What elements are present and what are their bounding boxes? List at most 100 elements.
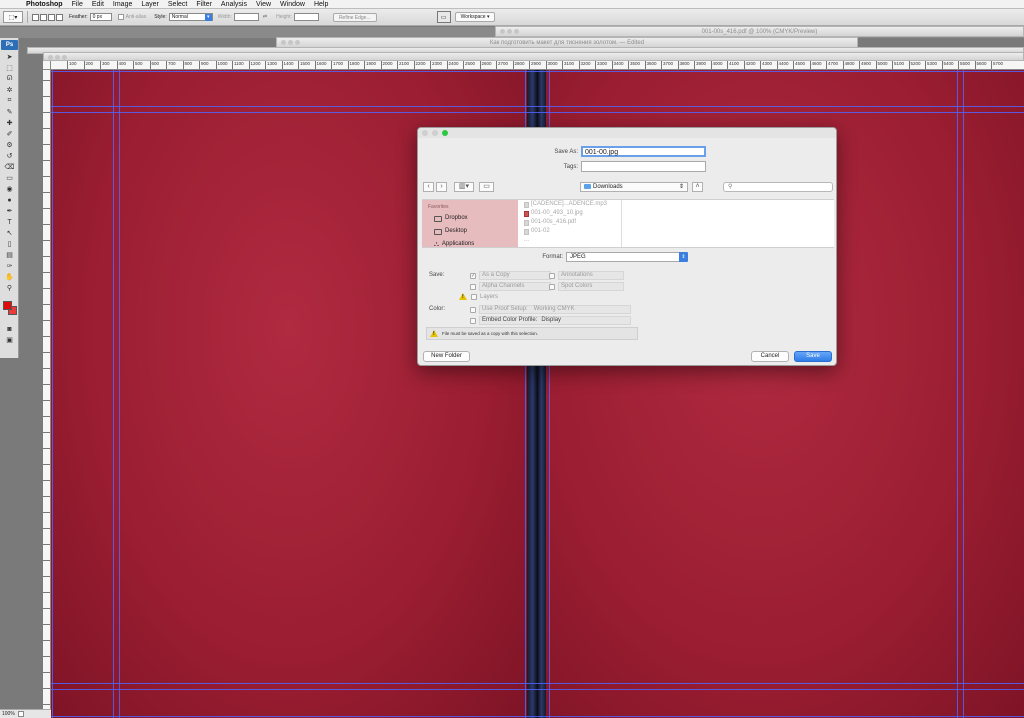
menu-layer[interactable]: Layer: [141, 1, 159, 8]
expand-button[interactable]: ˄: [692, 182, 703, 192]
quick-mask-icon[interactable]: ◙: [1, 324, 18, 334]
intersect-selection-icon[interactable]: [56, 13, 63, 21]
eyedropper-icon[interactable]: ✎: [1, 107, 18, 117]
app-menu[interactable]: Photoshop: [26, 1, 63, 8]
document-window-titlebar[interactable]: 001-00s_416.pdf @ 100% (CMYK/Preview): [495, 26, 1024, 37]
move-icon[interactable]: ➤: [1, 52, 18, 62]
antialias-checkbox[interactable]: [117, 14, 124, 20]
hand-icon[interactable]: ✋: [1, 272, 18, 282]
add-selection-icon[interactable]: [40, 13, 47, 21]
active-document-titlebar[interactable]: [43, 52, 1024, 61]
back-button[interactable]: ‹: [423, 182, 434, 192]
swap-icon[interactable]: ⇄: [263, 14, 267, 20]
cancel-button[interactable]: Cancel: [751, 351, 789, 362]
screen-mode-icon[interactable]: ▣: [1, 335, 18, 345]
foreground-color-swatch[interactable]: [3, 301, 12, 310]
menu-view[interactable]: View: [256, 1, 271, 8]
guide-vertical[interactable]: [113, 70, 114, 718]
guide-horizontal[interactable]: [51, 112, 1024, 113]
height-input[interactable]: [293, 13, 319, 21]
subtract-selection-icon[interactable]: [48, 13, 55, 21]
tool-preset-picker[interactable]: ⬚ ▾: [3, 11, 23, 23]
type-icon[interactable]: T: [1, 217, 18, 227]
annotations-checkbox[interactable]: [549, 272, 555, 279]
guide-horizontal[interactable]: [51, 689, 1024, 690]
new-selection-icon[interactable]: [32, 13, 39, 21]
gradient-icon[interactable]: ▭: [1, 173, 18, 183]
sidebar-item-applications[interactable]: ⛬ Applications: [422, 238, 518, 251]
zoom-level[interactable]: 100%: [2, 710, 15, 718]
menu-analysis[interactable]: Analysis: [221, 1, 247, 8]
menu-window[interactable]: Window: [280, 1, 305, 8]
marquee-icon[interactable]: ⬚: [1, 63, 18, 73]
guide-horizontal[interactable]: [51, 71, 1024, 72]
guide-vertical[interactable]: [957, 70, 958, 718]
feather-input[interactable]: 0 px: [89, 13, 112, 21]
sidebar-item-desktop[interactable]: Desktop: [422, 225, 518, 238]
zoom-icon[interactable]: ⚲: [1, 283, 18, 293]
save-button[interactable]: Save: [794, 351, 832, 362]
magic-wand-icon[interactable]: ✲: [1, 85, 18, 95]
guide-vertical[interactable]: [119, 70, 120, 718]
as-copy-checkbox[interactable]: ✓: [470, 272, 476, 279]
healing-icon[interactable]: ✚: [1, 118, 18, 128]
sidebar-item-dropbox[interactable]: Dropbox: [422, 212, 518, 225]
guide-horizontal[interactable]: [51, 716, 1024, 717]
dodge-icon[interactable]: ●: [1, 195, 18, 205]
new-folder-button[interactable]: New Folder: [423, 351, 470, 362]
format-select[interactable]: JPEG ⇕: [566, 252, 688, 262]
width-input[interactable]: [233, 13, 259, 21]
style-select[interactable]: Normal ▾: [168, 13, 213, 21]
list-item[interactable]: 001-00_493_10.jpg: [520, 209, 621, 218]
workspace-icon[interactable]: ▭: [436, 11, 451, 23]
proof-setup-checkbox[interactable]: [470, 306, 476, 313]
ruler-origin[interactable]: [43, 61, 51, 70]
menu-image[interactable]: Image: [113, 1, 132, 8]
info-icon[interactable]: [17, 711, 24, 717]
list-item[interactable]: 001-00s_416.pdf: [520, 218, 621, 227]
forward-button[interactable]: ›: [436, 182, 447, 192]
embed-profile-checkbox[interactable]: [470, 317, 476, 324]
eyedropper2-icon[interactable]: ✑: [1, 261, 18, 271]
minimize-icon[interactable]: [432, 130, 438, 136]
alpha-channels-checkbox[interactable]: [470, 283, 476, 290]
save-as-input[interactable]: 001-00.jpg: [581, 146, 706, 157]
menu-file[interactable]: File: [72, 1, 83, 8]
tags-input[interactable]: [581, 161, 706, 172]
guide-vertical[interactable]: [963, 70, 964, 718]
view-mode-button[interactable]: ▥▾: [454, 182, 474, 192]
list-item[interactable]: [CADENCE]...ADENCE.mp3: [520, 200, 621, 209]
list-item[interactable]: 001-02: [520, 227, 621, 236]
path-select-icon[interactable]: ↖: [1, 228, 18, 238]
menu-select[interactable]: Select: [168, 1, 187, 8]
guide-horizontal[interactable]: [51, 106, 1024, 107]
menu-help[interactable]: Help: [314, 1, 328, 8]
blur-icon[interactable]: ◉: [1, 184, 18, 194]
close-icon[interactable]: [422, 130, 428, 136]
new-folder-icon-button[interactable]: ▭: [479, 182, 494, 192]
horizontal-ruler[interactable]: 100 200 300 400 500 600 700 800 900 1000 1100 1200 1…: [51, 61, 1024, 70]
pen-icon[interactable]: ✒: [1, 206, 18, 216]
spot-colors-checkbox[interactable]: [549, 283, 555, 290]
menu-filter[interactable]: Filter: [196, 1, 212, 8]
workspace-button[interactable]: Workspace ▾: [454, 12, 496, 22]
eraser-icon[interactable]: ⌫: [1, 162, 18, 172]
vertical-ruler[interactable]: [43, 70, 51, 710]
brush-icon[interactable]: ✐: [1, 129, 18, 139]
shape-icon[interactable]: ▯: [1, 239, 18, 249]
stamp-icon[interactable]: ⚙: [1, 140, 18, 150]
lasso-icon[interactable]: ᘏ: [1, 74, 18, 84]
guide-horizontal[interactable]: [51, 683, 1024, 684]
location-select[interactable]: Downloads ⇕: [580, 182, 688, 192]
menu-edit[interactable]: Edit: [92, 1, 104, 8]
zoom-icon[interactable]: [442, 130, 448, 136]
list-item[interactable]: ...: [520, 236, 621, 245]
guide-vertical[interactable]: [52, 70, 53, 718]
ps-logo[interactable]: Ps: [1, 40, 18, 50]
crop-icon[interactable]: ⌗: [1, 96, 18, 106]
refine-edge-button[interactable]: Refine Edge...: [332, 12, 377, 22]
layers-checkbox[interactable]: [471, 293, 477, 300]
notes-icon[interactable]: ▤: [1, 250, 18, 260]
history-brush-icon[interactable]: ↺: [1, 151, 18, 161]
search-field[interactable]: ⚲: [723, 182, 833, 192]
